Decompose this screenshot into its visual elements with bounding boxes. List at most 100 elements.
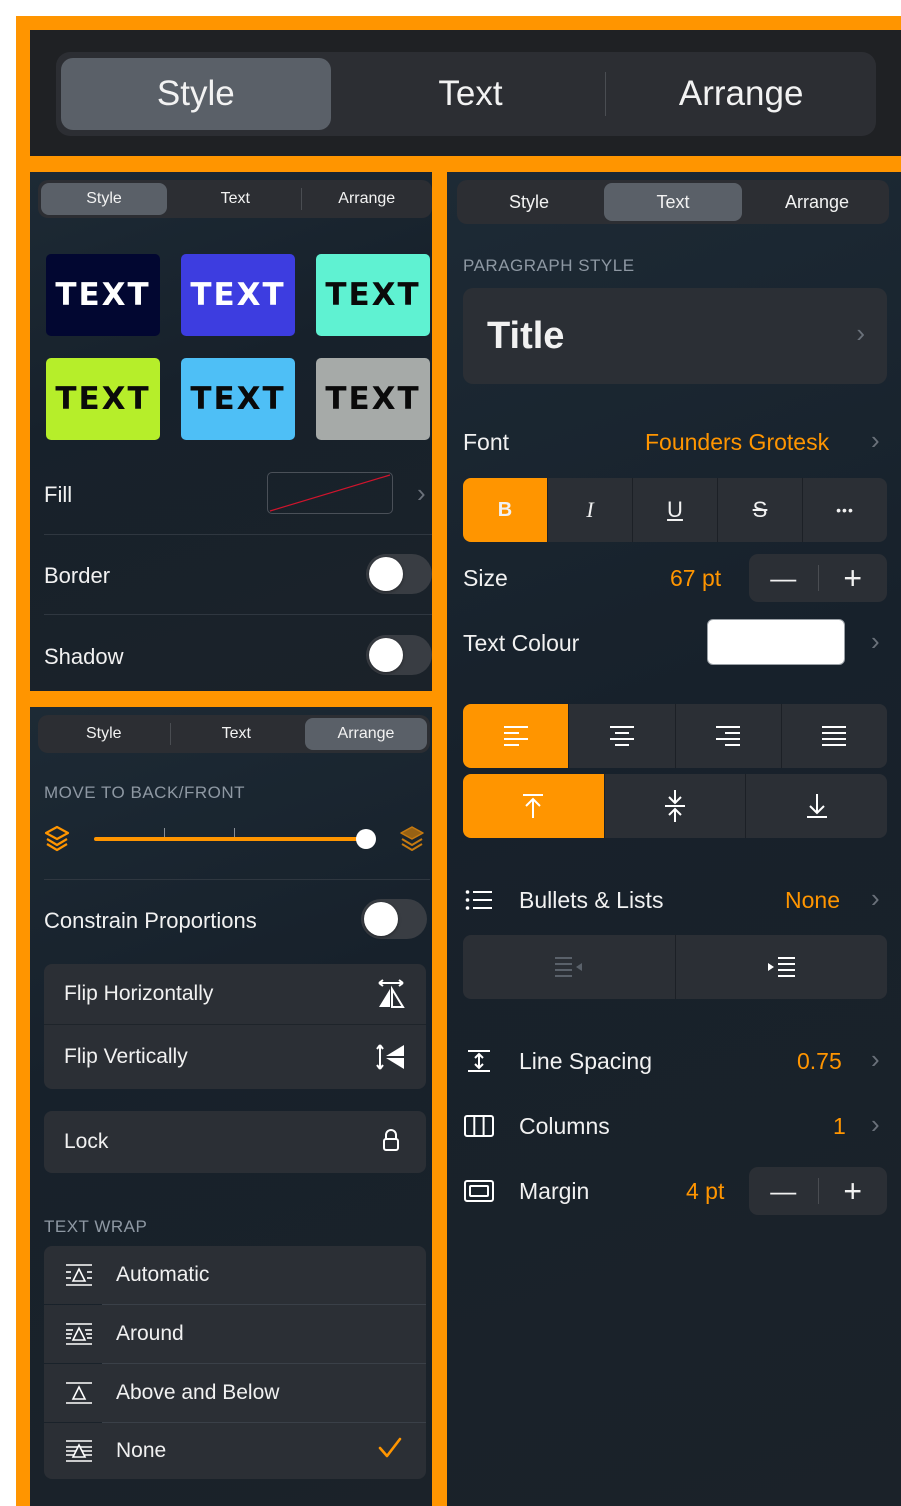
outdent-icon <box>554 957 582 977</box>
arrange-panel-tab-style[interactable]: Style <box>38 715 170 753</box>
layer-slider-thumb[interactable] <box>356 829 376 849</box>
wrap-option-automatic[interactable]: Automatic <box>44 1246 426 1304</box>
text-style-tile[interactable]: TEXT <box>181 254 295 336</box>
increase-indent-button[interactable] <box>676 935 888 999</box>
style-panel-tab-text[interactable]: Text <box>170 180 301 218</box>
arrange-panel: Style Text Arrange MOVE TO BACK/FRONT Co… <box>30 707 432 1506</box>
border-label: Border <box>44 563 111 588</box>
tab-text[interactable]: Text <box>336 52 606 136</box>
wrap-around-icon <box>64 1322 94 1346</box>
chevron-right-icon[interactable]: › <box>871 1044 880 1075</box>
text-panel-tab-text[interactable]: Text <box>604 183 742 221</box>
bullets-lists-value[interactable]: None <box>785 887 840 914</box>
chevron-right-icon[interactable]: › <box>871 1109 880 1140</box>
divider <box>44 879 430 880</box>
constrain-proportions-toggle[interactable] <box>361 899 427 939</box>
strikethrough-button[interactable]: S <box>718 478 803 542</box>
text-colour-swatch[interactable] <box>707 619 845 665</box>
wrap-above-below-icon <box>64 1381 94 1405</box>
paragraph-style-value: Title <box>487 314 565 357</box>
wrap-option-above-and-below[interactable]: Above and Below <box>44 1364 426 1422</box>
move-to-back-front-caption: MOVE TO BACK/FRONT <box>44 783 246 802</box>
chevron-right-icon[interactable]: › <box>871 425 880 456</box>
flip-horizontally-button[interactable]: Flip Horizontally <box>44 964 426 1024</box>
wrap-option-none[interactable]: None <box>44 1423 426 1479</box>
bold-button[interactable]: B <box>463 478 548 542</box>
decrease-margin-button[interactable]: — <box>749 1178 818 1204</box>
text-panel-tab-style[interactable]: Style <box>457 180 601 224</box>
top-segmented-control: Style Text Arrange <box>56 52 876 136</box>
increase-size-button[interactable]: + <box>819 562 888 594</box>
lock-button[interactable]: Lock <box>44 1111 426 1173</box>
align-middle-icon <box>665 790 685 822</box>
font-value[interactable]: Founders Grotesk <box>645 429 829 456</box>
align-bottom-button[interactable] <box>746 774 887 838</box>
text-format-buttons: B I U S ••• <box>463 478 887 542</box>
chevron-right-icon[interactable]: › <box>871 626 880 657</box>
align-middle-button[interactable] <box>605 774 747 838</box>
text-panel-tab-arrange[interactable]: Arrange <box>745 180 889 224</box>
align-left-button[interactable] <box>463 704 570 768</box>
slider-tick <box>234 828 235 837</box>
style-panel-tab-arrange[interactable]: Arrange <box>302 180 433 218</box>
tab-arrange[interactable]: Arrange <box>606 52 876 136</box>
arrange-panel-tab-text[interactable]: Text <box>171 715 303 753</box>
text-style-tile[interactable]: TEXT <box>181 358 295 440</box>
size-value: 67 pt <box>670 565 722 591</box>
text-panel-segmented-control: Style Text Arrange <box>457 180 889 224</box>
layers-back-icon[interactable] <box>44 825 70 853</box>
text-style-tile[interactable]: TEXT <box>316 358 430 440</box>
more-options-button[interactable]: ••• <box>803 478 887 542</box>
chevron-right-icon: › <box>856 318 865 348</box>
align-top-button[interactable] <box>463 774 605 838</box>
shadow-toggle[interactable] <box>366 635 432 675</box>
font-label: Font <box>463 429 510 455</box>
layer-slider-track[interactable] <box>94 837 366 841</box>
fill-swatch[interactable] <box>267 472 393 514</box>
columns-label: Columns <box>519 1113 610 1139</box>
italic-button[interactable]: I <box>548 478 633 542</box>
text-style-tile[interactable]: TEXT <box>46 358 160 440</box>
style-panel-tab-style[interactable]: Style <box>41 183 167 215</box>
columns-value[interactable]: 1 <box>833 1113 846 1140</box>
paragraph-style-button[interactable]: Title › <box>463 288 887 384</box>
align-justify-button[interactable] <box>782 704 887 768</box>
indent-icon <box>768 957 796 977</box>
wrap-automatic-icon <box>64 1263 94 1287</box>
line-spacing-value[interactable]: 0.75 <box>797 1048 842 1075</box>
align-center-button[interactable] <box>569 704 676 768</box>
constrain-proportions-label: Constrain Proportions <box>44 908 257 933</box>
slider-tick <box>164 828 165 837</box>
align-center-icon <box>609 726 634 746</box>
align-right-button[interactable] <box>676 704 782 768</box>
align-right-icon <box>716 726 741 746</box>
checkmark-icon <box>378 1437 402 1459</box>
increase-margin-button[interactable]: + <box>819 1175 888 1207</box>
top-toolbar: Style Text Arrange <box>30 30 901 156</box>
fill-label: Fill <box>44 482 73 507</box>
bullets-lists-label: Bullets & Lists <box>519 887 664 913</box>
wrap-none-icon <box>64 1439 94 1463</box>
wrap-option-around[interactable]: Around <box>44 1305 426 1363</box>
divider <box>44 534 432 535</box>
shadow-label: Shadow <box>44 644 124 669</box>
align-top-icon <box>523 794 544 818</box>
decrease-indent-button[interactable] <box>463 935 676 999</box>
style-panel: Style Text Arrange TEXT TEXT TEXT TEXT T… <box>30 172 432 691</box>
border-toggle[interactable] <box>366 554 432 594</box>
text-style-tile[interactable]: TEXT <box>46 254 160 336</box>
text-style-tile[interactable]: TEXT <box>316 254 430 336</box>
underline-button[interactable]: U <box>633 478 718 542</box>
chevron-right-icon[interactable]: › <box>417 478 426 509</box>
tab-style[interactable]: Style <box>61 58 331 130</box>
flip-vertical-icon <box>376 1042 406 1072</box>
chevron-right-icon[interactable]: › <box>871 883 880 914</box>
horizontal-alignment-buttons <box>463 704 887 768</box>
decrease-size-button[interactable]: — <box>749 565 818 591</box>
margin-value: 4 pt <box>686 1178 725 1204</box>
arrange-panel-tab-arrange[interactable]: Arrange <box>305 718 427 750</box>
flip-vertically-button[interactable]: Flip Vertically <box>44 1025 426 1089</box>
layers-front-icon[interactable] <box>399 825 425 853</box>
vertical-alignment-buttons <box>463 774 887 838</box>
size-label: Size <box>463 565 508 591</box>
